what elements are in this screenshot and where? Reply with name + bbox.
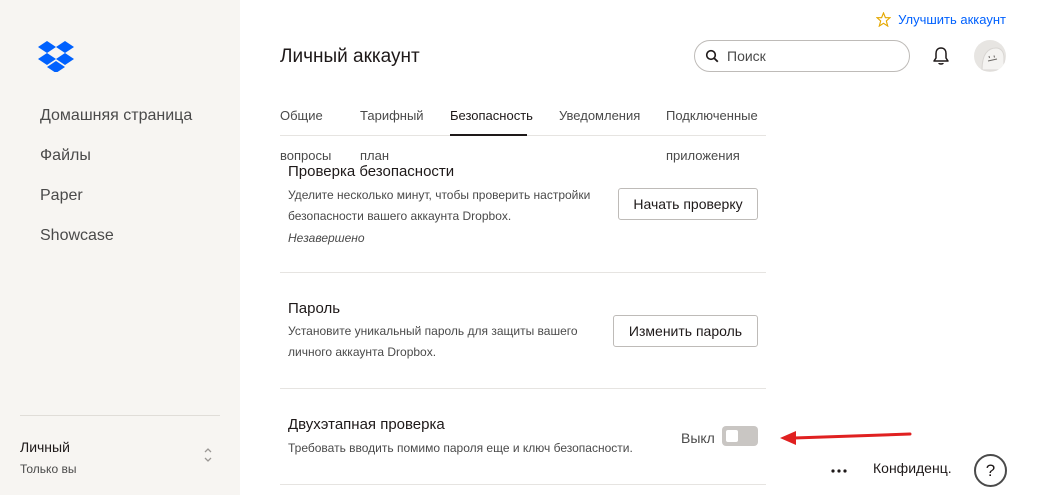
upgrade-account-link[interactable]: Улучшить аккаунт xyxy=(876,12,1006,27)
password-title: Пароль xyxy=(288,300,341,317)
security-check-status: Незавершено xyxy=(288,231,365,245)
two-step-section: Двухэтапная проверка Требовать вводить п… xyxy=(280,389,766,485)
sidebar-nav: Домашняя страница Файлы Paper Showcase xyxy=(40,106,192,266)
sidebar-item-showcase[interactable]: Showcase xyxy=(40,226,192,266)
two-step-toggle-label: Выкл xyxy=(681,430,715,446)
upgrade-label: Улучшить аккаунт xyxy=(898,12,1006,27)
two-step-description: Требовать вводить помимо пароля еще и кл… xyxy=(288,441,633,455)
password-description: Установите уникальный пароль для защиты … xyxy=(288,324,578,359)
tab-connected-apps[interactable]: Подключенные xyxy=(666,108,758,124)
red-arrow-annotation-icon xyxy=(780,431,912,445)
sidebar-item-files[interactable]: Файлы xyxy=(40,146,192,186)
sidebar: Домашняя страница Файлы Paper Showcase Л… xyxy=(0,0,240,495)
sidebar-divider xyxy=(20,415,220,416)
security-check-description: Уделите несколько минут, чтобы проверить… xyxy=(288,188,591,223)
security-check-title: Проверка безопасности xyxy=(288,163,455,180)
tab-plan[interactable]: Тарифный xyxy=(360,108,424,124)
more-icon xyxy=(831,469,847,473)
account-name: Личный xyxy=(20,439,70,455)
search-input[interactable] xyxy=(727,48,897,64)
chevron-updown-icon xyxy=(204,448,212,462)
two-step-toggle[interactable] xyxy=(722,426,758,446)
search-box[interactable] xyxy=(694,40,910,72)
tab-notifications[interactable]: Уведомления xyxy=(559,108,640,124)
privacy-link[interactable]: Конфиденц. xyxy=(873,460,952,476)
more-options-button[interactable] xyxy=(829,460,849,480)
help-button[interactable]: ? xyxy=(974,454,1007,487)
two-step-title: Двухэтапная проверка xyxy=(288,416,445,433)
settings-tabs: Общие вопросы Тарифный план Безопасность… xyxy=(280,100,766,163)
account-switcher[interactable]: Личный Только вы xyxy=(20,438,220,478)
active-tab-indicator xyxy=(450,134,527,136)
change-password-button[interactable]: Изменить пароль xyxy=(613,315,758,347)
sidebar-item-paper[interactable]: Paper xyxy=(40,186,192,226)
sidebar-item-home[interactable]: Домашняя страница xyxy=(40,106,192,146)
star-icon xyxy=(876,12,892,27)
password-section: Пароль Установите уникальный пароль для … xyxy=(280,273,766,389)
bell-icon[interactable] xyxy=(930,45,952,67)
tab-general[interactable]: Общие xyxy=(280,108,323,124)
security-check-section: Проверка безопасности Уделите несколько … xyxy=(280,160,766,273)
page-title: Личный аккаунт xyxy=(280,46,420,67)
start-check-button[interactable]: Начать проверку xyxy=(618,188,758,220)
dropbox-logo-icon[interactable] xyxy=(38,40,74,72)
tab-security[interactable]: Безопасность xyxy=(450,108,533,124)
search-icon xyxy=(705,49,719,63)
account-subtitle: Только вы xyxy=(20,462,77,476)
avatar-face-icon xyxy=(981,47,1005,71)
avatar[interactable] xyxy=(974,40,1006,72)
toggle-knob xyxy=(726,430,738,442)
